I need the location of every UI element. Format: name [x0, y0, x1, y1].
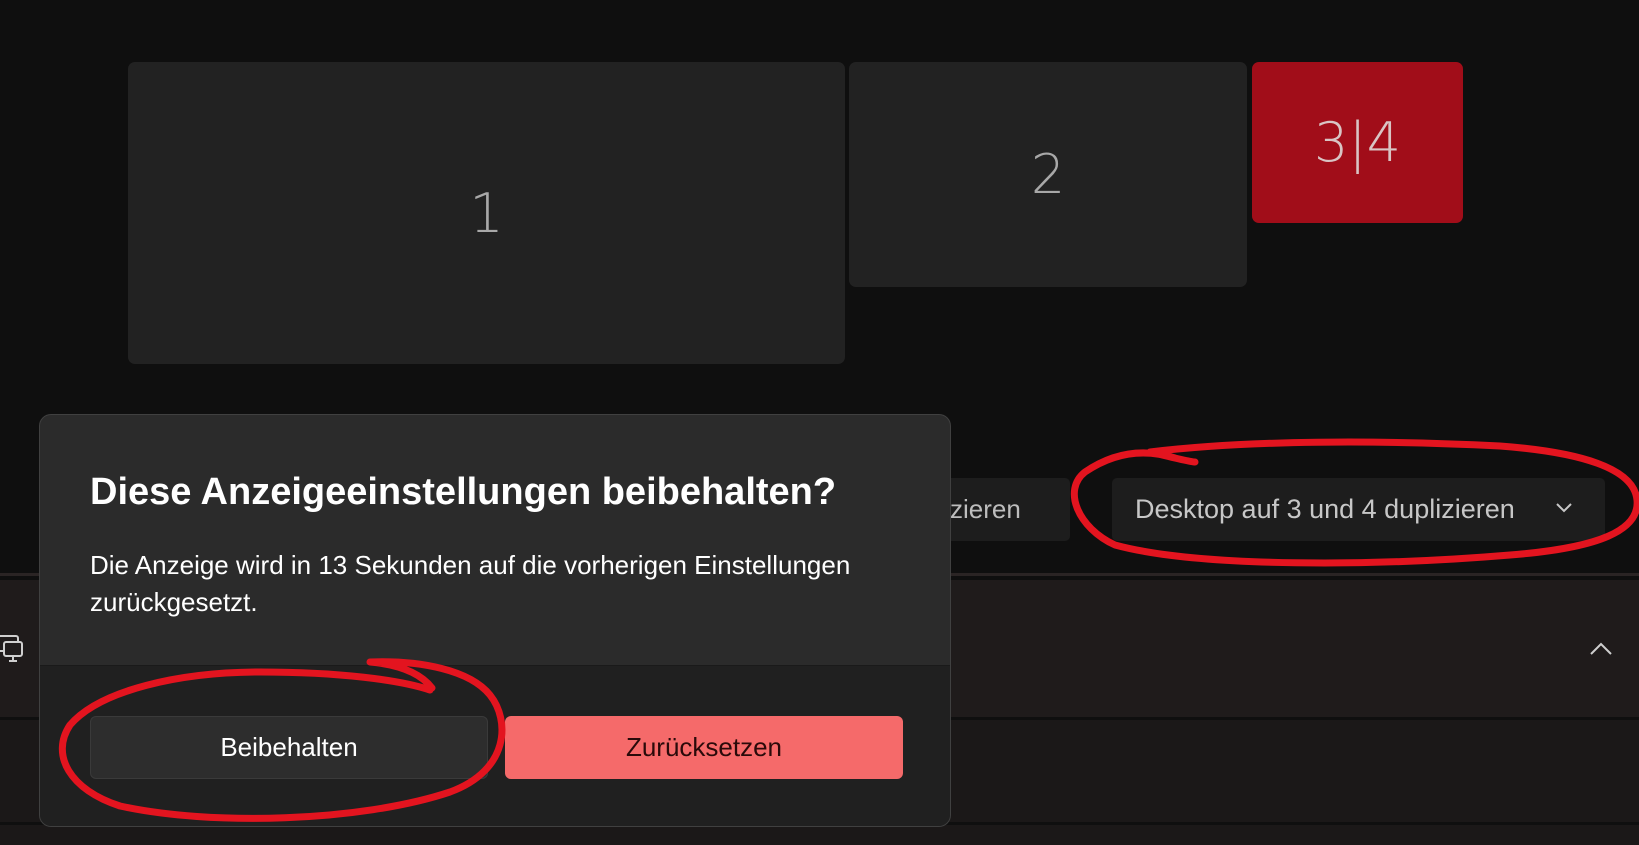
settings-row-bottom [0, 825, 1639, 845]
keep-settings-dialog: Diese Anzeigeeinstellungen beibehalten? … [39, 414, 951, 827]
dialog-message: Die Anzeige wird in 13 Sekunden auf die … [90, 550, 851, 617]
monitor-2-tile[interactable]: 2 [849, 62, 1247, 287]
monitor-3-4-tile[interactable]: 3|4 [1252, 62, 1463, 223]
reset-button[interactable]: Zurücksetzen [505, 716, 903, 779]
monitor-1-label: 1 [469, 181, 504, 245]
monitor-1-tile[interactable]: 1 [128, 62, 845, 364]
display-settings-screen: 1 2 3|4 zieren Desktop auf 3 und 4 dupli… [0, 0, 1639, 845]
monitor-3-4-label: 3|4 [1314, 111, 1401, 174]
keep-button[interactable]: Beibehalten [90, 716, 488, 779]
monitor-2-label: 2 [1030, 143, 1066, 206]
display-mode-dropdown[interactable]: Desktop auf 3 und 4 duplizieren [1112, 478, 1605, 541]
dialog-title: Diese Anzeigeeinstellungen beibehalten? [90, 471, 837, 513]
display-mode-value: Desktop auf 3 und 4 duplizieren [1135, 494, 1515, 524]
dialog-footer: Beibehalten Zurücksetzen [40, 665, 950, 826]
chevron-down-icon [1556, 503, 1572, 513]
chevron-up-icon[interactable] [1588, 640, 1614, 658]
identify-button-label: zieren [950, 494, 1021, 524]
multi-display-icon [0, 635, 23, 662]
